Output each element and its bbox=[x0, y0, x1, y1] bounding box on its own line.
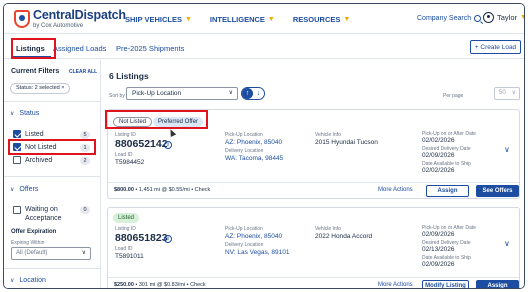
expiring-within-select[interactable]: All (Default) ∨ bbox=[11, 247, 91, 260]
info-icon[interactable]: i bbox=[164, 141, 172, 149]
logo-name: CentralDispatch bbox=[33, 8, 126, 22]
divider bbox=[4, 101, 100, 102]
listing-id: 880652142 bbox=[115, 138, 168, 150]
chevron-down-icon[interactable]: ∨ bbox=[504, 239, 510, 248]
chevron-down-icon: ∨ bbox=[10, 111, 15, 117]
expiring-within-label: Expiring Within bbox=[11, 240, 45, 246]
checkbox-waiting-on-acceptance[interactable] bbox=[13, 206, 21, 214]
create-load-button[interactable]: + Create Load bbox=[470, 40, 521, 54]
logo-icon bbox=[14, 9, 30, 28]
checkbox-archived[interactable] bbox=[13, 156, 21, 164]
see-offers-button[interactable]: See Offers bbox=[476, 185, 519, 197]
logo[interactable]: CentralDispatch by Cox Automotive bbox=[14, 9, 126, 29]
listings-count-heading: 6 Listings bbox=[109, 71, 149, 81]
modify-listing-button[interactable]: Modify Listing bbox=[422, 280, 469, 288]
desired-delivery-date: 02/09/2026 bbox=[422, 152, 455, 159]
arrow-up-icon[interactable]: ↑ bbox=[242, 88, 253, 99]
filter-waiting-on-acceptance[interactable]: Waiting on Acceptance bbox=[13, 205, 62, 223]
count-badge: 5 bbox=[80, 131, 90, 139]
chevron-down-icon[interactable]: ∨ bbox=[504, 145, 510, 154]
pickup-date: 02/09/2026 bbox=[422, 231, 455, 238]
nav-ship-vehicles[interactable]: SHIP VEHICLES ▼ bbox=[125, 15, 192, 24]
chevron-down-icon: ▼ bbox=[520, 14, 524, 21]
status-badge: Listed bbox=[113, 213, 140, 223]
sort-by-select[interactable]: Pick-Up Location ∨ bbox=[126, 87, 238, 100]
tab-assigned-loads[interactable]: Assigned Loads bbox=[53, 44, 106, 53]
load-id: T5891011 bbox=[115, 253, 144, 260]
listings-main: 6 Listings Sort by Pick-Up Location ∨ ↑ … bbox=[102, 60, 524, 288]
pickup-location-link[interactable]: AZ: Phoenix, 85040 bbox=[225, 139, 282, 146]
assign-button[interactable]: Assign bbox=[476, 280, 519, 288]
status-filter-chip[interactable]: Status: 2 selected × bbox=[10, 83, 71, 94]
chevron-down-icon: ▼ bbox=[343, 16, 351, 23]
chevron-down-icon: ∨ bbox=[511, 90, 516, 96]
arrow-down-icon[interactable]: ↓ bbox=[253, 90, 264, 97]
pickup-location-link[interactable]: AZ: Phoenix, 85040 bbox=[225, 233, 282, 240]
main-menu: SHIP VEHICLES ▼ INTELLIGENCE ▼ RESOURCES ▼ bbox=[125, 15, 350, 24]
chevron-down-icon: ∨ bbox=[81, 250, 86, 256]
price-summary: $250.00 • 301 mi @ $0.83/mi • Check bbox=[114, 282, 206, 288]
assign-button[interactable]: Assign bbox=[426, 185, 469, 197]
sort-direction-toggle[interactable]: ↑ ↓ bbox=[241, 87, 265, 100]
date-available: 02/02/2026 bbox=[422, 167, 455, 174]
search-icon bbox=[474, 15, 482, 22]
divider bbox=[4, 176, 100, 177]
tab-pre-2025-shipments[interactable]: Pre-2025 Shipments bbox=[116, 44, 184, 53]
chevron-down-icon: ∨ bbox=[10, 187, 15, 193]
app-window: CentralDispatch by Cox Automotive SHIP V… bbox=[3, 3, 525, 289]
desired-delivery-date: 02/13/2026 bbox=[422, 246, 455, 253]
count-badge: 0 bbox=[80, 206, 90, 214]
load-id: T5984452 bbox=[115, 159, 145, 166]
highlight-box bbox=[8, 139, 96, 155]
logo-subtitle: by Cox Automotive bbox=[33, 22, 84, 29]
nav-intelligence[interactable]: INTELLIGENCE ▼ bbox=[210, 15, 275, 24]
user-menu[interactable]: Taylor ▼ bbox=[483, 12, 524, 23]
count-badge: 2 bbox=[80, 157, 90, 165]
user-name: Taylor bbox=[497, 13, 518, 22]
vehicle-info: 2022 Honda Accord bbox=[315, 233, 373, 240]
filters-sidebar: Current Filters CLEAR ALL Status: 2 sele… bbox=[4, 60, 101, 288]
chevron-down-icon: ∨ bbox=[10, 278, 15, 284]
nav-resources[interactable]: RESOURCES ▼ bbox=[293, 15, 350, 24]
subtabs-bar: Listings Assigned Loads Pre-2025 Shipmen… bbox=[4, 34, 524, 59]
checkbox-listed[interactable] bbox=[13, 130, 21, 138]
location-section-header[interactable]: ∨ Location bbox=[10, 277, 46, 284]
date-available: 02/09/2026 bbox=[422, 261, 455, 268]
info-icon[interactable]: i bbox=[164, 235, 172, 243]
delivery-location-link[interactable]: WA: Tacoma, 98445 bbox=[225, 155, 283, 162]
offers-section-header[interactable]: ∨ Offers bbox=[10, 186, 38, 193]
divider bbox=[4, 268, 100, 269]
user-avatar-icon bbox=[483, 12, 494, 23]
highlight-box bbox=[11, 38, 56, 59]
per-page-label: Per page bbox=[443, 93, 464, 99]
vehicle-info: 2015 Hyundai Tucson bbox=[315, 139, 378, 146]
status-section-header[interactable]: ∨ Status bbox=[10, 110, 39, 117]
clear-all-link[interactable]: CLEAR ALL bbox=[69, 69, 97, 75]
delivery-location-link[interactable]: NV: Las Vegas, 89101 bbox=[225, 249, 289, 256]
highlight-box bbox=[105, 110, 208, 129]
current-filters-title: Current Filters bbox=[11, 68, 60, 75]
company-search-link[interactable]: Company Search bbox=[417, 15, 482, 22]
listing-card: Listed Listing ID 880651823 i Load ID T5… bbox=[107, 207, 520, 288]
top-navbar: CentralDispatch by Cox Automotive SHIP V… bbox=[4, 4, 524, 34]
more-actions-link[interactable]: More Actions bbox=[378, 187, 413, 193]
more-actions-link[interactable]: More Actions bbox=[378, 282, 413, 288]
filter-archived[interactable]: Archived bbox=[13, 156, 52, 164]
chevron-down-icon: ▼ bbox=[184, 16, 192, 23]
pickup-date: 02/02/2026 bbox=[422, 137, 455, 144]
chevron-down-icon: ∨ bbox=[228, 90, 233, 96]
filter-listed[interactable]: Listed bbox=[13, 130, 44, 138]
listing-id: 880651823 bbox=[115, 232, 168, 244]
chevron-down-icon: ▼ bbox=[267, 16, 275, 23]
mouse-cursor-icon bbox=[167, 128, 177, 137]
price-summary: $800.00 • 1,451 mi @ $0.55/mi • Check bbox=[114, 187, 211, 193]
offer-expiration-label: Offer Expiration bbox=[11, 229, 57, 235]
per-page-select[interactable]: 50 ∨ bbox=[494, 87, 520, 100]
sort-by-label: Sort by bbox=[109, 93, 125, 99]
